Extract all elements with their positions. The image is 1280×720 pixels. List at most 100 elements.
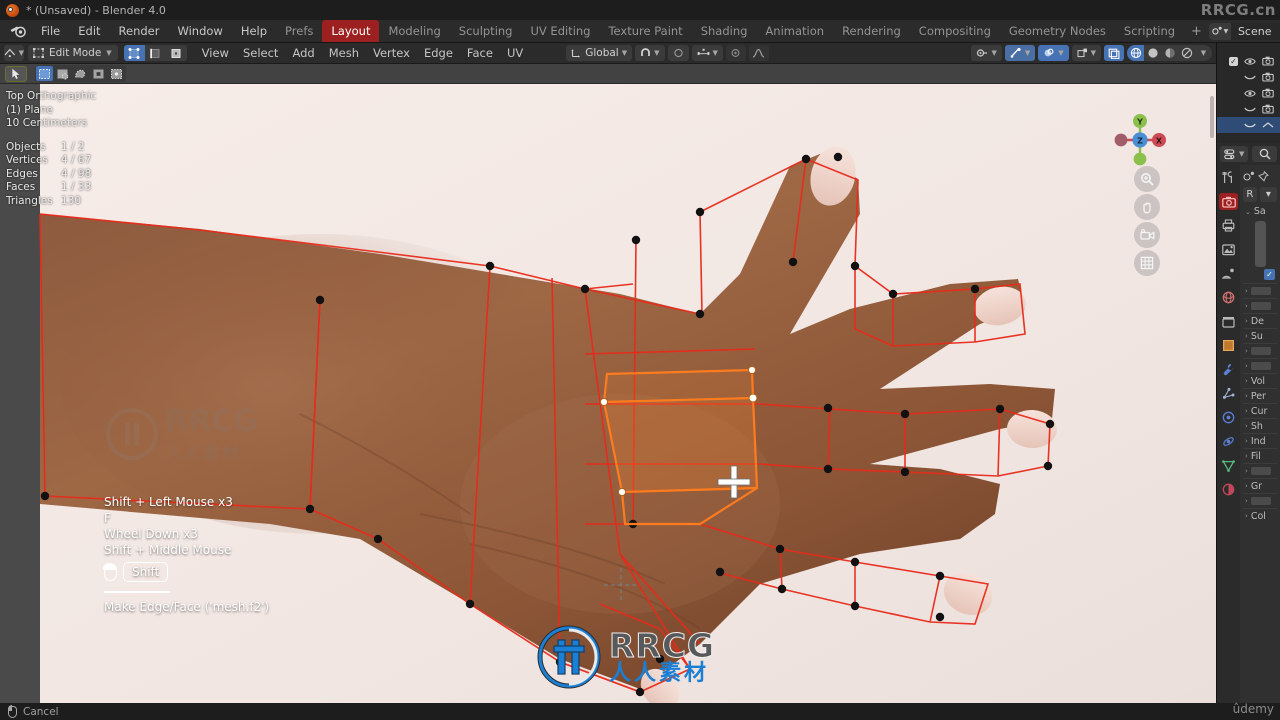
workspace-tab-modeling[interactable]: Modeling [379,20,449,42]
cursor-tool[interactable] [90,66,107,81]
viewport-menu-view[interactable]: View [195,44,236,62]
menu-render[interactable]: Render [110,21,169,41]
camera-icon[interactable] [1262,104,1274,114]
vertex-select-mode-button[interactable] [123,45,145,61]
viewport-menu-vertex[interactable]: Vertex [366,44,417,62]
workspace-add-button[interactable]: + [1184,20,1209,43]
viewport-menu-mesh[interactable]: Mesh [322,44,366,62]
world-tab[interactable] [1219,289,1238,306]
viewport-menu-face[interactable]: Face [460,44,500,62]
snap-toggle[interactable]: ▼ [635,45,665,61]
workspace-tab-layout[interactable]: Layout [322,20,380,42]
visibility-checkbox[interactable]: ✓ [1229,56,1238,66]
panel-row[interactable]: › [1243,283,1277,298]
mode-selector[interactable]: Edit Mode ▼ [28,45,118,61]
toggle-xray-button[interactable] [1104,45,1124,61]
eye-closed-icon[interactable] [1244,105,1256,114]
outliner-row[interactable] [1217,69,1280,85]
sampling-panel-header[interactable]: ⌄ Sa [1243,204,1277,219]
camera-icon[interactable] [1262,56,1274,66]
xray-toggle[interactable]: ▼ [1038,45,1069,61]
camera-icon[interactable] [1262,88,1274,98]
constraints-tab[interactable] [1219,433,1238,450]
shading-material-preview-button[interactable] [1161,45,1178,61]
panel-row[interactable]: › [1243,298,1277,313]
shading-rendered-button[interactable] [1178,45,1195,61]
camera-icon[interactable] [1262,72,1274,82]
viewport-menu-add[interactable]: Add [285,44,321,62]
panel-row-curves[interactable]: › Cur [1243,403,1277,418]
panel-row-color-management[interactable]: › Col [1243,508,1277,523]
shading-solid-button[interactable] [1144,45,1161,61]
physics-tab[interactable] [1219,409,1238,426]
snap-target-icon[interactable] [725,45,746,61]
panel-row-performance[interactable]: › Per [1243,388,1277,403]
3d-viewport[interactable]: Top Orthographic (1) Plane 10 Centimeter… [0,84,1216,703]
sampling-checkbox[interactable]: ✓ [1264,269,1275,280]
ortho-persp-nav-icon[interactable] [1134,250,1160,276]
panel-row-subdivision[interactable]: › Su [1243,328,1277,343]
outliner-row[interactable] [1217,101,1280,117]
transform-orientation-selector[interactable]: Global ▼ [566,45,633,61]
workspace-tab-rendering[interactable]: Rendering [833,20,910,42]
material-tab[interactable] [1219,481,1238,498]
eye-open-icon[interactable] [1244,89,1256,98]
menu-edit[interactable]: Edit [69,21,109,41]
outliner-row[interactable]: ✓ [1217,53,1280,69]
panel-row-film[interactable]: › Fil [1243,448,1277,463]
tweak-tool-icon[interactable] [5,65,27,82]
render-engine-row[interactable]: R ▾ [1243,186,1277,202]
outliner-row[interactable] [1217,117,1280,133]
chevron-up-icon[interactable] [1262,121,1274,130]
camera-nav-icon[interactable] [1134,222,1160,248]
render-tab[interactable] [1219,193,1238,210]
select-box-tool[interactable] [36,66,53,81]
menu-file[interactable]: File [32,21,69,41]
pan-nav-icon[interactable] [1134,194,1160,220]
panel-row-grease-pencil[interactable]: › Gr [1243,478,1277,493]
viewlayer-tab[interactable] [1219,241,1238,258]
gizmo-toggle[interactable]: ▼ [971,45,1002,61]
panel-row-volumes[interactable]: › Vol [1243,373,1277,388]
menu-help[interactable]: Help [232,21,276,41]
shading-options-caret[interactable]: ▼ [1195,45,1212,61]
properties-editor[interactable]: ▼ R ▾ ⌄ Sa ✓ › › › De › Su › › › Vol › P… [1216,143,1280,703]
zoom-nav-icon[interactable] [1134,166,1160,192]
tool-tab[interactable] [1219,169,1238,186]
proportional-editing-toggle[interactable] [667,45,689,61]
select-lasso-tool[interactable] [72,66,89,81]
output-tab[interactable] [1219,217,1238,234]
object-tab[interactable] [1219,337,1238,354]
blender-menu-icon[interactable] [8,23,28,40]
viewport-menu-select[interactable]: Select [236,44,285,62]
eye-closed-icon[interactable] [1244,121,1256,130]
editor-type-icon[interactable]: ▼ [4,45,24,61]
workspace-tab-scripting[interactable]: Scripting [1115,20,1184,42]
menu-window[interactable]: Window [168,21,231,41]
viewport-menu-uv[interactable]: UV [500,44,530,62]
sampling-slider[interactable] [1254,221,1266,267]
workspace-tab-prefs[interactable]: Prefs [276,20,322,42]
eye-open-icon[interactable] [1244,57,1256,66]
scene-selector[interactable]: ▼ Scene 📌 ❐ ✕ [1208,22,1280,40]
shading-wireframe-button[interactable] [1127,45,1144,61]
panel-row-shadows[interactable]: › Sh [1243,418,1277,433]
navigation-gizmo[interactable]: X Y Z [1110,110,1170,170]
modifier-tab[interactable] [1219,361,1238,378]
workspace-tab-animation[interactable]: Animation [756,20,833,42]
workspace-tab-compositing[interactable]: Compositing [910,20,1000,42]
overlays-toggle[interactable]: ▼ [1004,45,1036,61]
move-tool[interactable] [108,66,125,81]
panel-row[interactable]: › [1243,463,1277,478]
scene-tab[interactable] [1219,265,1238,282]
filter-icon[interactable]: ▼ [1220,146,1249,162]
proportional-falloff-icon[interactable] [748,45,769,61]
panel-row-denoising[interactable]: › De [1243,313,1277,328]
panel-row[interactable]: › [1243,343,1277,358]
viewport-gizmo-selector[interactable]: ▼ [1071,45,1101,61]
viewport-scrollbar-vertical[interactable] [1210,96,1214,138]
workspace-tab-geometry-nodes[interactable]: Geometry Nodes [1000,20,1115,42]
edge-select-mode-button[interactable] [145,45,166,61]
chevron-down-icon[interactable]: ▾ [1259,186,1277,202]
workspace-tab-texture-paint[interactable]: Texture Paint [599,20,691,42]
